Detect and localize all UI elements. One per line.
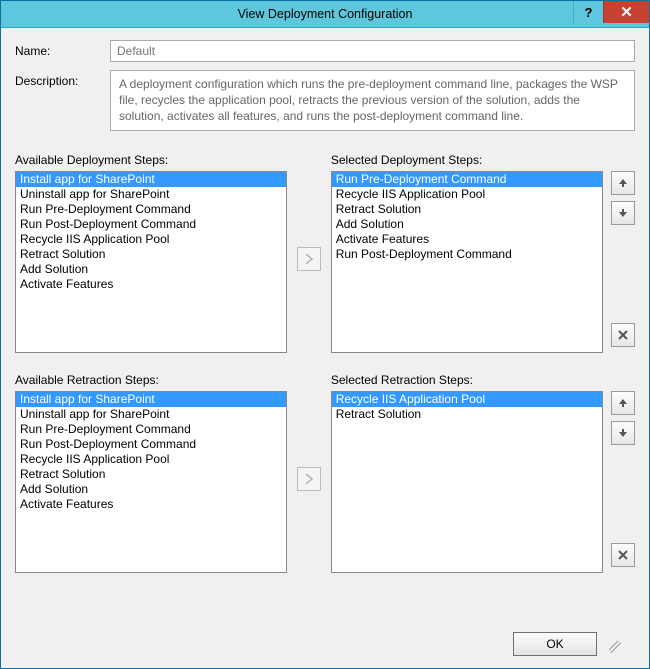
list-item[interactable]: Run Pre-Deployment Command — [16, 422, 286, 437]
name-input[interactable] — [110, 40, 635, 62]
ok-button[interactable]: OK — [513, 632, 597, 656]
available-retraction-list[interactable]: Install app for SharePointUninstall app … — [15, 391, 287, 573]
dialog-window: View Deployment Configuration ? ✕ Name: … — [0, 0, 650, 669]
description-label: Description: — [15, 70, 110, 88]
resize-grip[interactable] — [609, 641, 621, 653]
remove-retraction-button[interactable] — [611, 543, 635, 567]
list-item[interactable]: Run Pre-Deployment Command — [16, 202, 286, 217]
list-item[interactable]: Run Pre-Deployment Command — [332, 172, 602, 187]
list-item[interactable]: Retract Solution — [332, 407, 602, 422]
arrow-up-icon — [618, 178, 628, 188]
dialog-content: Name: Description: A deployment configur… — [1, 28, 649, 668]
titlebar-buttons: ? ✕ — [573, 1, 649, 27]
list-item[interactable]: Recycle IIS Application Pool — [16, 452, 286, 467]
titlebar: View Deployment Configuration ? ✕ — [1, 1, 649, 28]
add-deployment-button[interactable] — [297, 247, 321, 271]
list-item[interactable]: Activate Features — [16, 497, 286, 512]
list-item[interactable]: Install app for SharePoint — [16, 172, 286, 187]
list-item[interactable]: Recycle IIS Application Pool — [16, 232, 286, 247]
list-item[interactable]: Retract Solution — [16, 247, 286, 262]
list-item[interactable]: Activate Features — [332, 232, 602, 247]
list-item[interactable]: Retract Solution — [332, 202, 602, 217]
list-item[interactable]: Add Solution — [16, 262, 286, 277]
list-item[interactable]: Activate Features — [16, 277, 286, 292]
arrow-down-icon — [618, 208, 628, 218]
list-item[interactable]: Uninstall app for SharePoint — [16, 407, 286, 422]
x-icon — [618, 550, 628, 560]
close-button[interactable]: ✕ — [603, 1, 649, 23]
move-up-retraction-button[interactable] — [611, 391, 635, 415]
selected-deployment-list[interactable]: Run Pre-Deployment CommandRecycle IIS Ap… — [331, 171, 603, 353]
list-item[interactable]: Retract Solution — [16, 467, 286, 482]
move-down-retraction-button[interactable] — [611, 421, 635, 445]
add-retraction-button[interactable] — [297, 467, 321, 491]
x-icon — [618, 330, 628, 340]
description-row: Description: A deployment configuration … — [15, 70, 635, 131]
arrow-down-icon — [618, 428, 628, 438]
selected-retraction-label: Selected Retraction Steps: — [331, 373, 603, 387]
list-item[interactable]: Uninstall app for SharePoint — [16, 187, 286, 202]
available-deployment-label: Available Deployment Steps: — [15, 153, 287, 167]
retraction-lists: Install app for SharePointUninstall app … — [15, 391, 635, 573]
arrow-up-icon — [618, 398, 628, 408]
list-item[interactable]: Recycle IIS Application Pool — [332, 392, 602, 407]
chevron-right-icon — [304, 254, 314, 264]
list-item[interactable]: Install app for SharePoint — [16, 392, 286, 407]
list-item[interactable]: Run Post-Deployment Command — [16, 217, 286, 232]
chevron-right-icon — [304, 474, 314, 484]
retraction-headers: Available Retraction Steps: Selected Ret… — [15, 359, 635, 391]
name-row: Name: — [15, 40, 635, 62]
window-title: View Deployment Configuration — [1, 7, 649, 21]
description-text: A deployment configuration which runs th… — [110, 70, 635, 131]
list-item[interactable]: Run Post-Deployment Command — [332, 247, 602, 262]
list-item[interactable]: Add Solution — [332, 217, 602, 232]
selected-retraction-list[interactable]: Recycle IIS Application PoolRetract Solu… — [331, 391, 603, 573]
close-icon: ✕ — [620, 5, 633, 20]
list-item[interactable]: Recycle IIS Application Pool — [332, 187, 602, 202]
list-item[interactable]: Run Post-Deployment Command — [16, 437, 286, 452]
deployment-lists: Install app for SharePointUninstall app … — [15, 171, 635, 353]
move-up-deployment-button[interactable] — [611, 171, 635, 195]
deployment-headers: Available Deployment Steps: Selected Dep… — [15, 139, 635, 171]
dialog-footer: OK — [15, 622, 635, 668]
remove-deployment-button[interactable] — [611, 323, 635, 347]
help-icon: ? — [585, 6, 593, 19]
name-label: Name: — [15, 40, 110, 58]
help-button[interactable]: ? — [573, 1, 603, 23]
available-deployment-list[interactable]: Install app for SharePointUninstall app … — [15, 171, 287, 353]
selected-deployment-label: Selected Deployment Steps: — [331, 153, 603, 167]
move-down-deployment-button[interactable] — [611, 201, 635, 225]
list-item[interactable]: Add Solution — [16, 482, 286, 497]
available-retraction-label: Available Retraction Steps: — [15, 373, 287, 387]
